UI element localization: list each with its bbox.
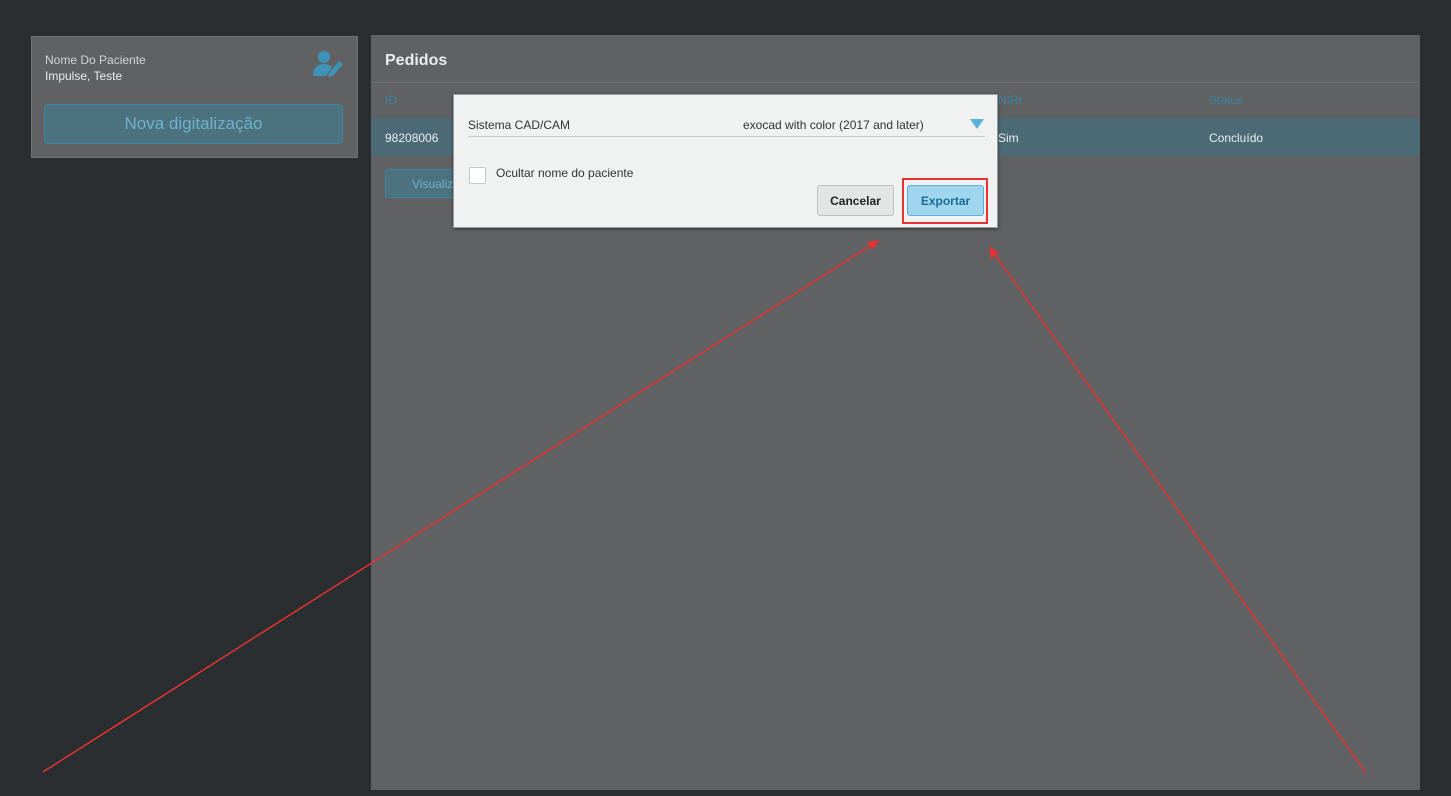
app-frame: Nome Do Paciente Impulse, Teste Nova dig… — [0, 0, 1451, 796]
hide-patient-name-label[interactable]: Ocultar nome do paciente — [496, 166, 633, 180]
cancel-button[interactable]: Cancelar — [817, 185, 894, 216]
cad-system-label: Sistema CAD/CAM — [468, 118, 571, 132]
column-header-niri[interactable]: NIRI — [998, 93, 1022, 107]
patient-card: Nome Do Paciente Impulse, Teste Nova dig… — [31, 36, 358, 158]
column-header-status[interactable]: Status — [1209, 93, 1243, 107]
select-underline — [468, 136, 985, 137]
patient-name: Impulse, Teste — [45, 69, 123, 83]
cad-system-select[interactable]: exocad with color (2017 and later) — [743, 118, 924, 132]
orders-title: Pedidos — [385, 52, 448, 69]
export-dialog: Sistema CAD/CAM exocad with color (2017 … — [453, 94, 998, 228]
hide-patient-name-checkbox[interactable] — [469, 167, 486, 184]
order-status-cell: Concluído — [1209, 131, 1264, 145]
column-header-id[interactable]: ID — [385, 93, 397, 107]
orders-header: Pedidos — [371, 35, 1420, 83]
patient-label: Nome Do Paciente — [45, 53, 146, 67]
export-button[interactable]: Exportar — [907, 185, 984, 216]
new-scan-button[interactable]: Nova digitalização — [44, 104, 343, 144]
order-niri-cell: Sim — [998, 131, 1019, 145]
user-edit-icon[interactable] — [312, 49, 344, 77]
order-id-cell: 98208006 — [385, 131, 439, 145]
dropdown-arrow-icon[interactable] — [970, 119, 984, 129]
